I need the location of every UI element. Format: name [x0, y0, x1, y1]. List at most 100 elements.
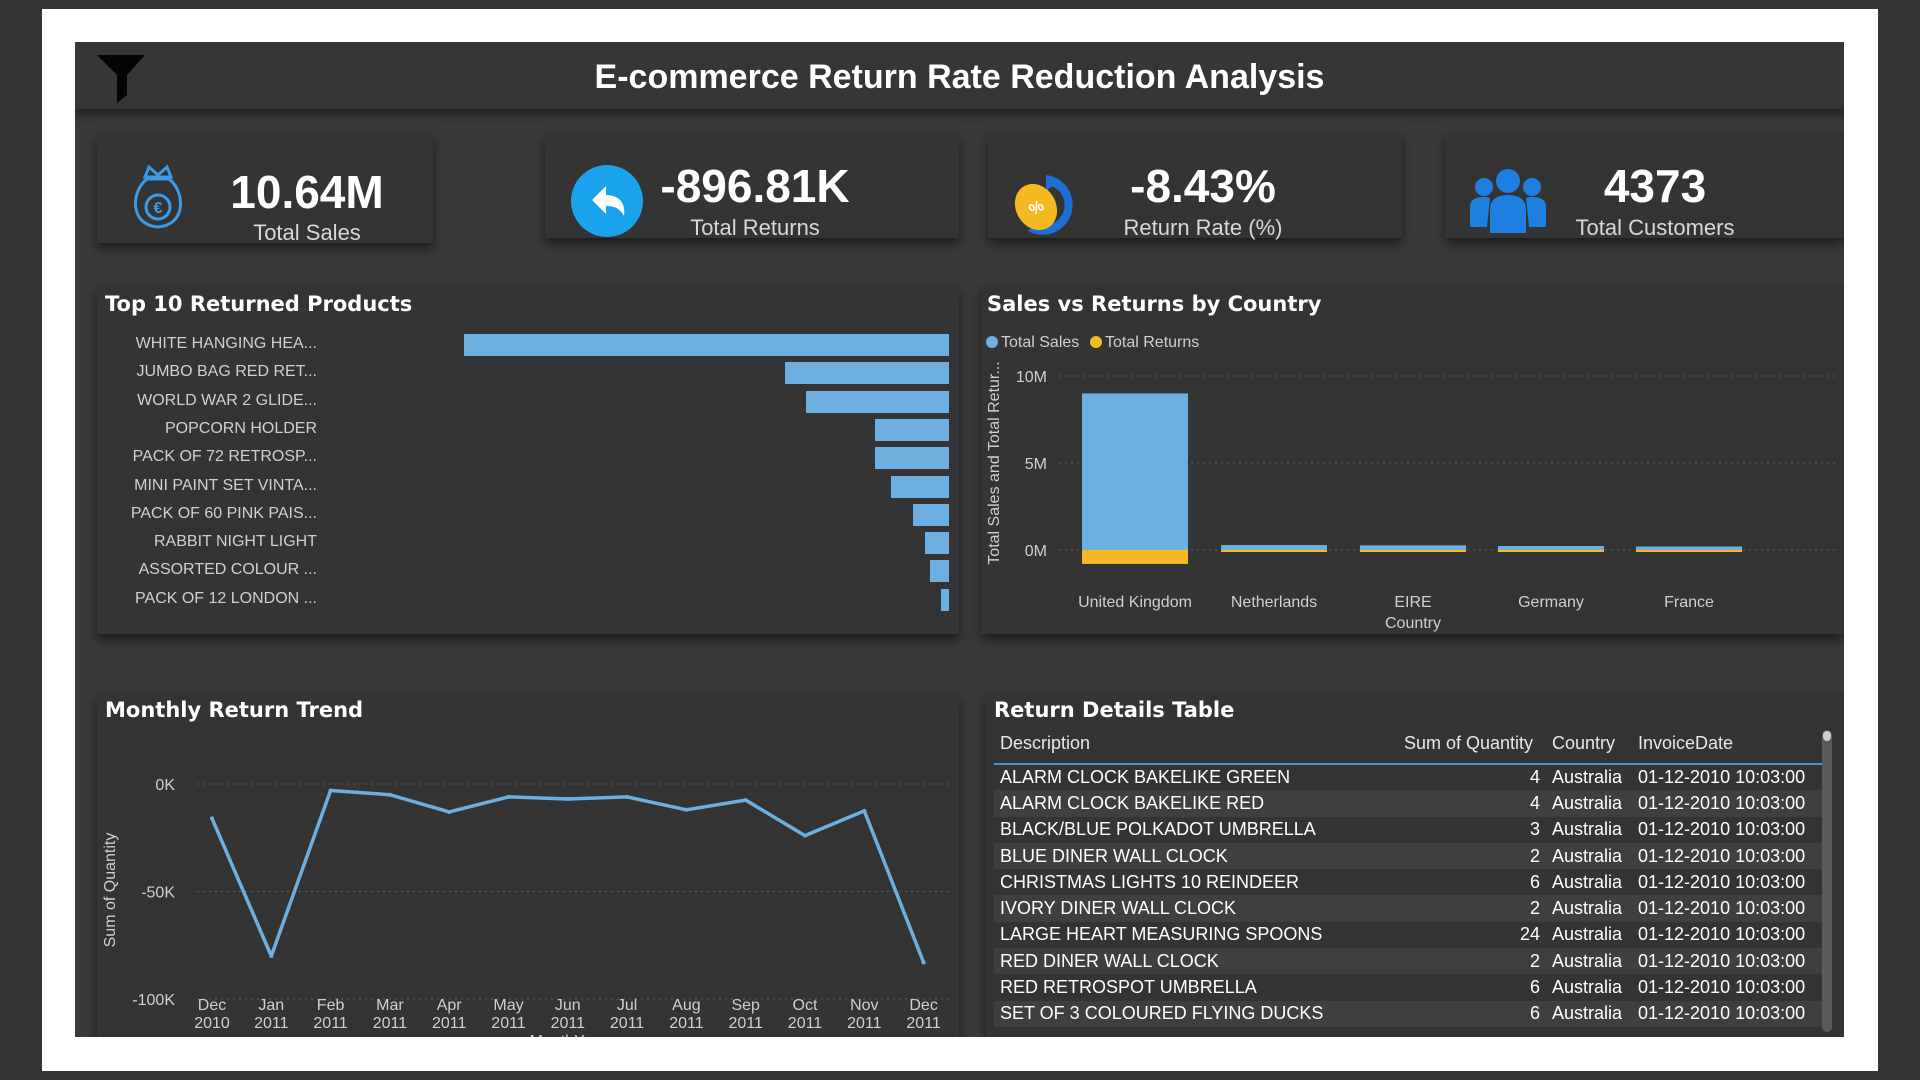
x-tick-label: Germany [1518, 594, 1584, 611]
bar-total-sales [1221, 545, 1327, 550]
bar[interactable] [806, 390, 949, 413]
data-point [684, 807, 689, 812]
data-point [862, 808, 867, 813]
x-tick-label: Nov [850, 997, 878, 1014]
table-row[interactable]: IVORY DINER WALL CLOCK 2 Australia 01-12-20… [994, 895, 1824, 922]
x-tick-label: 2011 [847, 1015, 882, 1032]
cell-country: Australia [1552, 977, 1623, 998]
cell-invoice-date: 01-12-2010 10:03:00 [1632, 790, 1824, 817]
bar-label: PACK OF 60 PINK PAIS... [130, 504, 317, 522]
top-returned-products-panel[interactable]: Top 10 Returned Products WHITE HANGING H… [97, 286, 959, 634]
country-chart-svg: Total Sales Total Returns 10M 5M 0M Total Sal… [986, 334, 1836, 632]
data-point [210, 816, 214, 821]
table-row[interactable]: RED RETROSPOT UMBRELLA 6 Australia 01-12-20… [994, 974, 1824, 1000]
bar[interactable] [464, 334, 949, 356]
legend-swatch [1090, 336, 1102, 348]
data-point [269, 954, 274, 958]
percent-refresh-icon: % [1014, 175, 1073, 235]
cell-quantity: 2 [1398, 895, 1546, 922]
cell-quantity: 24 [1519, 924, 1540, 945]
return-arrow-icon [571, 165, 643, 237]
scrollbar-thumb[interactable] [1823, 731, 1831, 741]
bar-chart-area: WHITE HANGING HEA... JUMBO BAG RED RET...… [97, 286, 959, 634]
bar-total-returns [1636, 550, 1742, 552]
x-tick-label: May [493, 997, 523, 1014]
column-header[interactable]: Country [1546, 724, 1632, 764]
x-tick-label: 2011 [432, 1015, 467, 1032]
bar-label: RABBIT NIGHT LIGHT [154, 533, 317, 551]
cell-description: BLACK/BLUE POLKADOT UMBRELLA [1000, 819, 1316, 840]
y-tick-label: 5M [1025, 456, 1047, 473]
table-row[interactable]: BLUE DINER WALL CLOCK 2 Australia 01-12-201… [994, 842, 1824, 870]
bar[interactable] [925, 532, 949, 555]
cell-description: SET OF 3 COLOURED FLYING DUCKS [994, 1000, 1398, 1027]
x-tick-label: 2011 [788, 1015, 823, 1032]
x-tick-label: Dec [909, 997, 937, 1014]
bar-label: PACK OF 12 LONDON ... [135, 589, 317, 607]
bar-total-returns [1082, 550, 1188, 564]
x-tick-label: Netherlands [1231, 594, 1317, 611]
bar-total-sales [1082, 393, 1188, 550]
column-header[interactable]: Sum of Quantity [1398, 724, 1546, 764]
bar[interactable] [941, 588, 949, 611]
x-tick-label: Oct [793, 997, 818, 1014]
cell-description: CHRISTMAS LIGHTS 10 REINDEER [1000, 871, 1300, 892]
cell-description: BLUE DINER WALL CLOCK [994, 842, 1398, 870]
bar[interactable] [891, 475, 949, 498]
bar-label: PACK OF 72 RETROSP... [132, 448, 317, 466]
cell-country: Australia [1546, 895, 1632, 922]
table-row[interactable]: LARGE HEART MEASURING SPOONS 24 Australia 0… [994, 922, 1824, 948]
x-tick-label: United Kingdom [1078, 594, 1192, 611]
cell-country: Australia [1552, 871, 1623, 892]
kpi-label: Return Rate (%) [1123, 215, 1283, 240]
x-tick-label: 2011 [728, 1015, 763, 1032]
cell-quantity: 4 [1529, 767, 1540, 788]
table-row[interactable]: BLACK/BLUE POLKADOT UMBRELLA 3 Australia 01… [994, 817, 1824, 843]
kpi-value: 10.64M [230, 166, 384, 218]
table-row[interactable]: SET OF 3 COLOURED FLYING DUCKS 6 Australia… [994, 1000, 1824, 1027]
bar[interactable] [913, 503, 949, 526]
panel-title: Return Details Table [994, 698, 1235, 722]
bar[interactable] [785, 362, 949, 385]
table-scrollbar[interactable] [1822, 730, 1832, 1032]
monthly-return-trend-panel[interactable]: Monthly Return Trend 0K -50K -100K Sum of Q… [97, 692, 959, 1037]
sales-vs-returns-panel[interactable]: Sales vs Returns by Country Total Sales T… [981, 286, 1844, 634]
bar[interactable] [875, 418, 949, 441]
x-tick-label: 2011 [254, 1015, 289, 1032]
cell-description: ALARM CLOCK BAKELIKE RED [994, 790, 1398, 817]
cell-country: Australia [1546, 1000, 1632, 1027]
series-line [210, 788, 926, 964]
svg-text:€: € [154, 200, 163, 217]
data-point [506, 794, 511, 799]
kpi-card-total-returns[interactable]: -896.81K Total Returns [545, 133, 959, 240]
y-axis-label: Sum of Quantity [102, 833, 119, 948]
table-row[interactable]: CHRISTMAS LIGHTS 10 REINDEER 6 Australia 01… [994, 869, 1824, 895]
bar[interactable] [930, 560, 949, 583]
bar-label: ASSORTED COLOUR ... [138, 561, 317, 579]
cell-quantity: 4 [1398, 790, 1546, 817]
cell-quantity: 6 [1529, 977, 1540, 998]
kpi-card-total-sales[interactable]: € 10.64M Total Sales [97, 133, 433, 245]
kpi-card-total-customers[interactable]: 4373 Total Customers [1445, 133, 1844, 240]
data-point [921, 960, 926, 965]
bar-label: WHITE HANGING HEA... [135, 335, 317, 352]
column-header[interactable]: InvoiceDate [1632, 724, 1824, 764]
x-tick-label: Jul [617, 997, 637, 1014]
kpi-card-return-rate[interactable]: % -8.43% Return Rate (%) [988, 133, 1402, 240]
table-row[interactable]: ALARM CLOCK BAKELIKE RED 4 Australia 01-12-… [994, 790, 1824, 817]
data-point [447, 809, 452, 814]
x-tick-label: 2011 [373, 1015, 408, 1032]
return-details-panel[interactable]: Return Details Table Description Sum of … [986, 692, 1844, 1037]
trend-chart-svg: 0K-50K-100KSum of QuantityDec2010Jan2011… [102, 777, 952, 1037]
cell-quantity: 6 [1529, 871, 1540, 892]
cell-invoice-date: 01-12-2010 10:03:00 [1632, 1000, 1824, 1027]
cell-country: Australia [1552, 767, 1623, 788]
table-row[interactable]: RED DINER WALL CLOCK 2 Australia 01-12-2010… [994, 948, 1824, 975]
bar-total-sales [1360, 545, 1466, 550]
column-header[interactable]: Description [994, 724, 1398, 764]
table-row[interactable]: ALARM CLOCK BAKELIKE GREEN 4 Australia 01-1… [994, 764, 1824, 790]
bar[interactable] [875, 447, 949, 470]
money-bag-euro-icon: € [134, 164, 182, 229]
bar-total-sales [1636, 546, 1742, 550]
cell-description: IVORY DINER WALL CLOCK [994, 895, 1398, 922]
